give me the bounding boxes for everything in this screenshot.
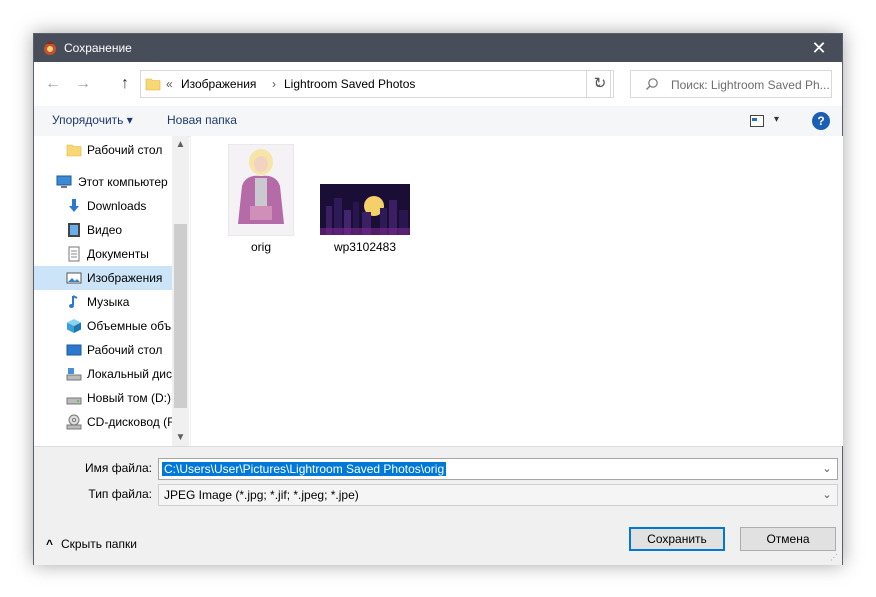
portrait-thumbnail — [228, 144, 294, 236]
chevron-down-icon: ⌄ — [822, 463, 832, 475]
organize-button[interactable]: Упорядочить ▾ — [52, 113, 133, 127]
breadcrumb-separator-icon: › — [272, 77, 276, 91]
app-icon — [44, 41, 56, 55]
sidebar-item-label: Рабочий стол — [87, 143, 163, 157]
filetype-value: JPEG Image (*.jpg; *.jif; *.jpeg; *.jpe) — [164, 488, 359, 502]
folder-icon — [145, 78, 161, 91]
file-list[interactable]: orig wp3102483 — [190, 136, 843, 446]
chevron-down-icon: ▼ — [175, 432, 186, 443]
up-arrow-icon: ↑ — [121, 75, 129, 92]
breadcrumb-images[interactable]: Изображения — [181, 77, 256, 91]
file-name-label: orig — [250, 240, 271, 254]
search-input[interactable]: Поиск: Lightroom Saved Ph... — [671, 78, 830, 92]
sidebar-item-cd-drive[interactable]: CD-дисковод (F: — [34, 410, 172, 434]
file-name-label: wp3102483 — [333, 240, 397, 254]
save-dialog: Сохранение ✕ ← → ↑ « Изображения › Light… — [33, 33, 843, 565]
refresh-button[interactable]: ↻ — [586, 70, 614, 98]
sidebar-item-label: Новый том (D:) — [87, 391, 171, 405]
new-folder-button[interactable]: Новая папка — [167, 113, 237, 127]
filetype-select[interactable]: JPEG Image (*.jpg; *.jif; *.jpeg; *.jpe)… — [158, 484, 838, 506]
help-button[interactable]: ? — [812, 112, 830, 130]
document-icon — [68, 246, 80, 262]
back-arrow-icon: ← — [45, 75, 61, 92]
sidebar-item-desktop[interactable]: Рабочий стол — [34, 338, 172, 362]
save-button[interactable]: Сохранить — [629, 527, 725, 551]
title-bar: Сохранение ✕ — [34, 34, 842, 62]
address-bar[interactable]: « Изображения › Lightroom Saved Photos ⌄ — [140, 70, 611, 98]
cd-drive-icon — [66, 414, 82, 430]
music-icon — [69, 295, 78, 308]
view-options-button[interactable]: ▾ — [750, 114, 786, 130]
scroll-down-arrow[interactable]: ▼ — [172, 429, 189, 446]
help-icon: ? — [817, 114, 825, 128]
resize-grip-icon[interactable]: ⋰ — [830, 553, 840, 563]
sidebar-item-label: Изображения — [87, 271, 163, 285]
cancel-button[interactable]: Отмена — [740, 527, 836, 551]
chevron-down-icon: ▾ — [774, 114, 780, 125]
sidebar-scrollbar[interactable]: ▲ ▼ — [172, 136, 189, 446]
computer-icon — [56, 175, 72, 188]
pictures-icon — [66, 272, 82, 284]
desktop-icon — [66, 344, 82, 356]
video-icon — [68, 223, 80, 237]
sidebar-item-label: Рабочий стол — [87, 343, 163, 357]
close-button[interactable]: ✕ — [796, 34, 842, 62]
filetype-dropdown-button[interactable]: ⌄ — [817, 485, 837, 505]
navigation-pane: Рабочий стол Этот компьютер Downloads Ви… — [34, 136, 189, 446]
filename-value: C:\Users\User\Pictures\Lightroom Saved P… — [162, 462, 447, 476]
hide-folders-button[interactable]: ^ Скрыть папки — [46, 537, 137, 551]
sidebar-item-label: CD-дисковод (F: — [87, 415, 172, 429]
view-icon — [750, 115, 764, 127]
chevron-up-icon: ▲ — [175, 139, 186, 150]
sidebar-item-label: Локальный дис — [87, 367, 172, 381]
search-box[interactable]: Поиск: Lightroom Saved Ph... — [630, 70, 832, 98]
hide-folders-label: Скрыть папки — [61, 537, 137, 551]
sidebar-item-label: Downloads — [87, 199, 147, 213]
filename-dropdown-button[interactable]: ⌄ — [817, 459, 837, 479]
navigation-bar: ← → ↑ « Изображения › Lightroom Saved Ph… — [34, 62, 842, 106]
sidebar-item-label: Видео — [87, 223, 123, 237]
save-options-panel: Имя файла: C:\Users\User\Pictures\Lightr… — [34, 446, 842, 565]
sidebar-item-label: Музыка — [87, 295, 130, 309]
breadcrumb-lightroom[interactable]: Lightroom Saved Photos — [284, 77, 415, 91]
breadcrumb-overflow-icon[interactable]: « — [166, 77, 173, 91]
chevron-down-icon: ⌄ — [822, 489, 832, 501]
forward-button[interactable]: → — [72, 74, 94, 94]
sidebar-item-music[interactable]: Музыка — [34, 290, 172, 314]
command-toolbar: Упорядочить ▾ Новая папка ▾ ? — [34, 106, 842, 137]
download-icon — [69, 199, 79, 212]
sidebar-item-new-volume[interactable]: Новый том (D:) — [34, 386, 172, 410]
3d-objects-icon — [67, 319, 81, 333]
refresh-icon: ↻ — [593, 75, 607, 92]
filename-label: Имя файла: — [85, 461, 152, 475]
file-item-wp3102483[interactable]: wp3102483 — [315, 144, 415, 259]
close-icon: ✕ — [811, 37, 827, 58]
window-title: Сохранение — [64, 41, 132, 55]
sidebar-item-desktop-pinned[interactable]: Рабочий стол — [34, 138, 172, 162]
file-item-orig[interactable]: orig — [211, 144, 311, 259]
sidebar-item-local-disk[interactable]: Локальный дис — [34, 362, 172, 386]
local-disk-icon — [66, 368, 82, 381]
chevron-up-icon: ^ — [46, 537, 54, 551]
sidebar-item-label: Документы — [87, 247, 149, 261]
sidebar-item-label: Объемные объ — [87, 319, 172, 333]
sidebar-item-images[interactable]: Изображения — [34, 266, 172, 290]
sidebar-item-label: Этот компьютер — [78, 175, 168, 189]
up-button[interactable]: ↑ — [114, 74, 136, 94]
sidebar-item-3d-objects[interactable]: Объемные объ — [34, 314, 172, 338]
scroll-thumb[interactable] — [174, 224, 187, 408]
sidebar-item-this-pc[interactable]: Этот компьютер — [34, 170, 172, 194]
sidebar-item-downloads[interactable]: Downloads — [34, 194, 172, 218]
filename-input[interactable]: C:\Users\User\Pictures\Lightroom Saved P… — [158, 458, 838, 480]
forward-arrow-icon: → — [75, 75, 91, 92]
filetype-label: Тип файла: — [88, 487, 152, 501]
scroll-up-arrow[interactable]: ▲ — [172, 136, 189, 153]
sidebar-item-documents[interactable]: Документы — [34, 242, 172, 266]
search-icon — [646, 78, 658, 90]
sidebar-item-video[interactable]: Видео — [34, 218, 172, 242]
folder-icon — [66, 144, 82, 157]
back-button[interactable]: ← — [42, 74, 64, 94]
city-night-thumbnail — [320, 184, 410, 235]
drive-icon — [66, 397, 82, 405]
